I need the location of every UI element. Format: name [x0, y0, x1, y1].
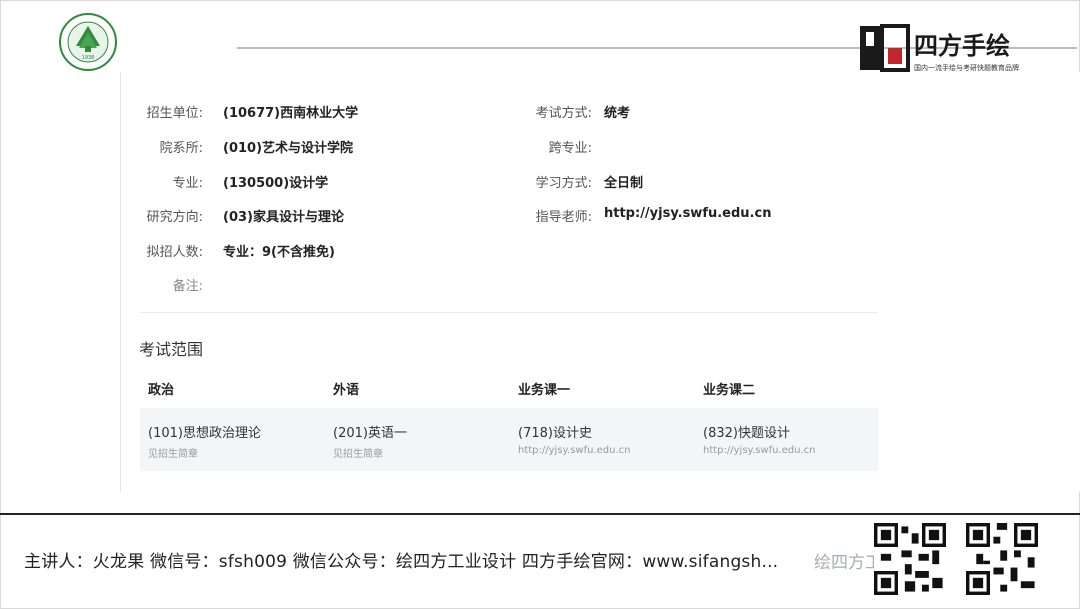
info-label: 指导老师:	[535, 210, 592, 225]
info-value: (03)家具设计与理论	[223, 210, 344, 225]
exam-subject: (101)思想政治理论	[148, 426, 261, 441]
info-label: 考试方式:	[535, 106, 592, 121]
exam-subject: (718)设计史	[518, 426, 592, 441]
exam-header-politics: 政治	[148, 383, 175, 398]
info-value: (010)艺术与设计学院	[223, 141, 354, 156]
exam-subject: (832)快题设计	[703, 426, 790, 441]
info-label: 专业:	[172, 176, 203, 191]
info-label: 备注:	[172, 279, 203, 294]
info-value: 专业：9(不含推免)	[223, 245, 335, 260]
info-label: 跨专业:	[548, 141, 592, 156]
exam-scope-title: 考试范围	[139, 340, 204, 359]
info-value: 统考	[604, 106, 631, 121]
exam-note-link[interactable]: http://yjsy.swfu.edu.cn	[518, 445, 631, 456]
exam-header-course-1: 业务课一	[518, 383, 571, 398]
info-value: (130500)设计学	[223, 176, 329, 191]
qr-code-icon	[874, 523, 946, 595]
exam-note: 见招生简章	[148, 449, 198, 460]
brand-name: 四方手绘	[914, 32, 1010, 60]
university-seal-logo: 1938	[59, 13, 117, 71]
exam-note-link[interactable]: http://yjsy.swfu.edu.cn	[703, 445, 816, 456]
info-label: 院系所:	[159, 141, 203, 156]
info-value: 全日制	[604, 176, 644, 191]
info-label: 拟招人数:	[146, 245, 203, 260]
info-label: 研究方向:	[146, 210, 203, 225]
brand-slogan: 国内一流手绘与考研快题教育品牌	[914, 63, 1019, 72]
exam-subject: (201)英语一	[333, 426, 407, 441]
exam-header-course-2: 业务课二	[703, 383, 756, 398]
qr-code-icon	[966, 523, 1038, 595]
exam-note: 见招生简章	[333, 449, 383, 460]
exam-header-language: 外语	[333, 383, 360, 398]
footer-info: 主讲人：火龙果 微信号：sfsh009 微信公众号：绘四方工业设计 四方手绘官网…	[24, 552, 779, 572]
section-divider	[140, 312, 878, 313]
info-label: 学习方式:	[535, 176, 592, 191]
advisor-link[interactable]: http://yjsy.swfu.edu.cn	[604, 206, 771, 221]
info-value: (10677)西南林业大学	[223, 106, 359, 121]
info-label: 招生单位:	[146, 106, 203, 121]
seal-year: 1938	[82, 55, 95, 61]
exam-table-row: (101)思想政治理论 见招生简章 (201)英语一 见招生简章 (718)设计…	[140, 408, 878, 471]
footer-rule	[0, 513, 1080, 515]
